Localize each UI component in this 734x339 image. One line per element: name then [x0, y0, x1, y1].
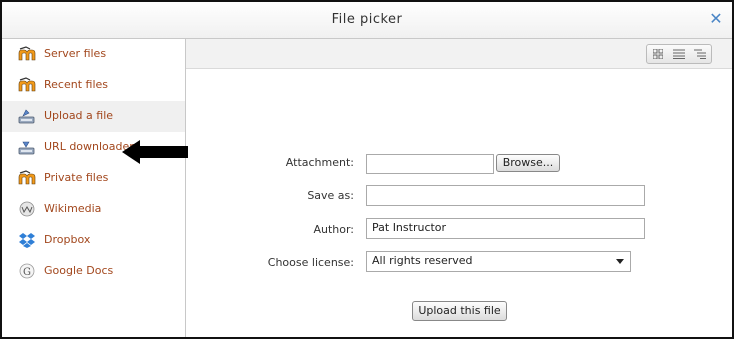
sidebar-item-label: Server files — [44, 47, 107, 60]
moodle-icon — [18, 77, 36, 93]
close-icon[interactable]: ✕ — [708, 11, 724, 27]
view-toolbar — [186, 39, 732, 69]
file-picker-dialog: File picker ✕ Server files Recent files … — [0, 0, 734, 339]
sidebar-item-server-files[interactable]: Server files — [2, 39, 185, 70]
attachment-file-input[interactable] — [366, 154, 494, 174]
sidebar-item-label: Google Docs — [44, 264, 114, 277]
sidebar-item-private-files[interactable]: Private files — [2, 163, 185, 194]
moodle-icon — [18, 170, 36, 186]
moodle-icon — [18, 46, 36, 62]
sidebar-item-label: Dropbox — [44, 233, 91, 246]
upload-icon — [18, 108, 36, 124]
author-input[interactable]: Pat Instructor — [366, 218, 645, 239]
upload-panel: Attachment: Browse... Save as: Author: P… — [186, 39, 732, 337]
sidebar-item-label: Private files — [44, 171, 109, 184]
details-view-icon[interactable] — [668, 45, 689, 63]
dropbox-icon — [18, 232, 36, 248]
repository-sidebar: Server files Recent files Upload a file … — [2, 39, 188, 337]
title-bar: File picker ✕ — [2, 2, 732, 39]
sidebar-item-upload-a-file[interactable]: Upload a file — [2, 101, 185, 132]
author-label: Author: — [313, 223, 354, 236]
sidebar-item-dropbox[interactable]: Dropbox — [2, 225, 185, 256]
save-as-label: Save as: — [307, 189, 354, 202]
pointer-arrow-icon — [122, 140, 188, 167]
google-icon: G — [18, 263, 36, 279]
browse-button[interactable]: Browse... — [496, 154, 560, 172]
chevron-down-icon — [616, 259, 624, 264]
save-as-input[interactable] — [366, 185, 645, 206]
sidebar-item-recent-files[interactable]: Recent files — [2, 70, 185, 101]
icons-view-icon[interactable] — [647, 45, 668, 63]
license-select[interactable]: All rights reserved — [366, 251, 631, 272]
sidebar-item-label: Wikimedia — [44, 202, 102, 215]
sidebar-item-label: Recent files — [44, 78, 108, 91]
upload-this-file-button[interactable]: Upload this file — [412, 301, 507, 321]
wikimedia-icon — [18, 201, 36, 217]
svg-text:G: G — [23, 267, 31, 278]
url-download-icon — [18, 139, 36, 155]
sidebar-item-label: URL downloader — [44, 140, 134, 153]
attachment-label: Attachment: — [285, 156, 354, 169]
dialog-title: File picker — [331, 12, 403, 27]
sidebar-item-wikimedia[interactable]: Wikimedia — [2, 194, 185, 225]
view-switcher — [646, 44, 712, 64]
license-selected-value: All rights reserved — [372, 254, 473, 267]
sidebar-item-label: Upload a file — [44, 109, 114, 122]
license-label: Choose license: — [267, 256, 354, 269]
sidebar-item-google-docs[interactable]: G Google Docs — [2, 256, 185, 287]
tree-view-icon[interactable] — [690, 45, 711, 63]
